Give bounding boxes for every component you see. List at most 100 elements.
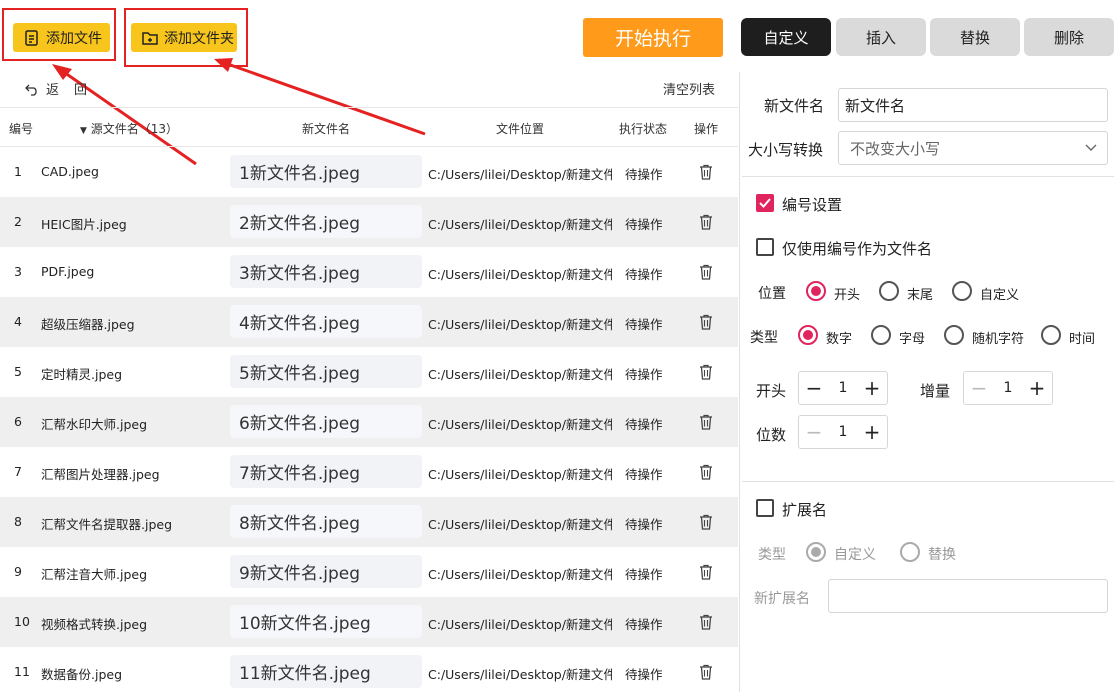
trash-icon[interactable] — [699, 464, 713, 480]
row-source-name: HEIC图片.jpeg — [41, 217, 127, 232]
undo-button[interactable]: 返 — [24, 79, 59, 98]
increment-stepper[interactable]: − 1 + — [963, 371, 1053, 405]
ext-type-radio-custom[interactable] — [806, 542, 826, 562]
row-location: C:/Users/lilei/Desktop/新建文件夹 — [428, 567, 612, 582]
trash-icon[interactable] — [699, 414, 713, 430]
start-stepper[interactable]: − 1 + — [798, 371, 888, 405]
position-label: 位置 — [758, 286, 786, 302]
table-row[interactable]: 4 超级压缩器.jpeg 4新文件名.jpeg C:/Users/lilei/Desk… — [0, 297, 738, 347]
tab-delete[interactable]: 删除 — [1024, 18, 1114, 56]
trash-icon[interactable] — [699, 264, 713, 280]
tab-custom[interactable]: 自定义 — [741, 18, 831, 56]
header-source-sort[interactable]: ▼ 源文件名（13） — [80, 120, 178, 137]
header-source-label: 源文件名（13） — [90, 122, 179, 136]
row-status: 待操作 — [625, 567, 663, 582]
header-new-name: 新文件名 — [302, 122, 351, 136]
tab-delete-label: 删除 — [1053, 28, 1084, 47]
highlight-box-add-file — [2, 8, 116, 61]
sort-down-icon: ▼ — [80, 126, 87, 136]
digits-stepper[interactable]: − 1 + — [798, 415, 888, 449]
row-new-name-input[interactable]: 6新文件名.jpeg — [230, 405, 422, 438]
ext-type-label: 类型 — [758, 547, 786, 563]
row-status: 待操作 — [625, 467, 663, 482]
case-label: 大小写转换 — [748, 141, 824, 159]
row-location: C:/Users/lilei/Desktop/新建文件夹 — [428, 617, 612, 632]
position-radio-custom[interactable] — [952, 281, 972, 301]
digits-minus-button[interactable]: − — [799, 416, 829, 448]
tab-replace-label: 替换 — [959, 28, 990, 47]
trash-icon[interactable] — [699, 214, 713, 230]
table-row[interactable]: 5 定时精灵.jpeg 5新文件名.jpeg C:/Users/lilei/Deskt… — [0, 347, 738, 397]
increment-value: 1 — [1003, 380, 1013, 396]
ext-type-option-custom: 自定义 — [834, 547, 876, 563]
table-row[interactable]: 10 视频格式转换.jpeg 10新文件名.jpeg C:/Users/lilei/D… — [0, 597, 738, 647]
trash-icon[interactable] — [699, 614, 713, 630]
row-location: C:/Users/lilei/Desktop/新建文件夹 — [428, 367, 612, 382]
file-table-body: 1 CAD.jpeg 1新文件名.jpeg C:/Users/lilei/Deskto… — [0, 147, 738, 692]
table-row[interactable]: 9 汇帮注音大师.jpeg 9新文件名.jpeg C:/Users/lilei/Des… — [0, 547, 738, 597]
start-plus-button[interactable]: + — [857, 372, 887, 404]
case-select-value: 不改变大小写 — [850, 139, 941, 158]
table-row[interactable]: 3 PDF.jpeg 3新文件名.jpeg C:/Users/lilei/Deskto… — [0, 247, 738, 297]
only-number-checkbox[interactable] — [756, 238, 774, 256]
table-row[interactable]: 7 汇帮图片处理器.jpeg 7新文件名.jpeg C:/Users/lilei/De… — [0, 447, 738, 497]
row-status: 待操作 — [625, 617, 663, 632]
ext-type-radio-replace[interactable] — [900, 542, 920, 562]
new-name-input[interactable]: 新文件名 — [838, 88, 1108, 122]
position-radio-start[interactable] — [806, 281, 826, 301]
type-radio-letter[interactable] — [871, 325, 891, 345]
new-ext-input[interactable] — [828, 579, 1108, 613]
row-new-name-input[interactable]: 10新文件名.jpeg — [230, 605, 422, 638]
type-radio-time[interactable] — [1041, 325, 1061, 345]
table-row[interactable]: 6 汇帮水印大师.jpeg 6新文件名.jpeg C:/Users/lilei/Des… — [0, 397, 738, 447]
row-new-name-input[interactable]: 9新文件名.jpeg — [230, 555, 422, 588]
numbering-checkbox[interactable] — [756, 194, 774, 212]
row-new-name-input[interactable]: 5新文件名.jpeg — [230, 355, 422, 388]
row-new-name-input[interactable]: 8新文件名.jpeg — [230, 505, 422, 538]
start-execute-button[interactable]: 开始执行 — [583, 18, 723, 57]
row-location: C:/Users/lilei/Desktop/新建文件夹 — [428, 667, 612, 682]
trash-icon[interactable] — [699, 564, 713, 580]
row-location: C:/Users/lilei/Desktop/新建文件夹 — [428, 517, 612, 532]
redo-button[interactable]: 回 — [74, 79, 87, 98]
start-minus-button[interactable]: − — [799, 372, 829, 404]
table-row[interactable]: 1 CAD.jpeg 1新文件名.jpeg C:/Users/lilei/Deskto… — [0, 147, 738, 197]
row-status: 待操作 — [625, 217, 663, 232]
position-option-end: 末尾 — [907, 288, 934, 303]
case-select[interactable]: 不改变大小写 — [838, 131, 1108, 165]
type-radio-number[interactable] — [798, 325, 818, 345]
digits-plus-button[interactable]: + — [857, 416, 887, 448]
position-option-custom: 自定义 — [980, 288, 1020, 303]
type-radio-random[interactable] — [944, 325, 964, 345]
tab-insert[interactable]: 插入 — [836, 18, 926, 56]
ext-type-option-replace: 替换 — [928, 547, 956, 563]
position-radio-end[interactable] — [879, 281, 899, 301]
highlight-box-add-folder — [124, 8, 248, 67]
trash-icon[interactable] — [699, 164, 713, 180]
row-new-name-input[interactable]: 3新文件名.jpeg — [230, 255, 422, 288]
ext-checkbox[interactable] — [756, 499, 774, 517]
row-new-name-input[interactable]: 1新文件名.jpeg — [230, 155, 422, 188]
trash-icon[interactable] — [699, 514, 713, 530]
table-row[interactable]: 8 汇帮文件名提取器.jpeg 8新文件名.jpeg C:/Users/lilei/D… — [0, 497, 738, 547]
row-status: 待操作 — [625, 317, 663, 332]
trash-icon[interactable] — [699, 664, 713, 680]
table-row[interactable]: 11 数据备份.jpeg 11新文件名.jpeg C:/Users/lilei/Des… — [0, 647, 738, 692]
row-new-name-input[interactable]: 11新文件名.jpeg — [230, 655, 422, 688]
table-row[interactable]: 2 HEIC图片.jpeg 2新文件名.jpeg C:/Users/lilei/Des… — [0, 197, 738, 247]
numbering-label: 编号设置 — [782, 196, 843, 214]
trash-icon[interactable] — [699, 314, 713, 330]
row-source-name: 汇帮水印大师.jpeg — [41, 417, 148, 432]
row-index: 8 — [14, 514, 22, 529]
increment-minus-button[interactable]: − — [964, 372, 994, 404]
row-new-name-input[interactable]: 2新文件名.jpeg — [230, 205, 422, 238]
tab-replace[interactable]: 替换 — [930, 18, 1020, 56]
trash-icon[interactable] — [699, 364, 713, 380]
row-index: 11 — [14, 664, 30, 679]
row-source-name: CAD.jpeg — [41, 164, 99, 179]
row-new-name-input[interactable]: 4新文件名.jpeg — [230, 305, 422, 338]
row-new-name-input[interactable]: 7新文件名.jpeg — [230, 455, 422, 488]
increment-plus-button[interactable]: + — [1022, 372, 1052, 404]
row-status: 待操作 — [625, 667, 663, 682]
clear-list-button[interactable]: 清空列表 — [663, 79, 715, 98]
